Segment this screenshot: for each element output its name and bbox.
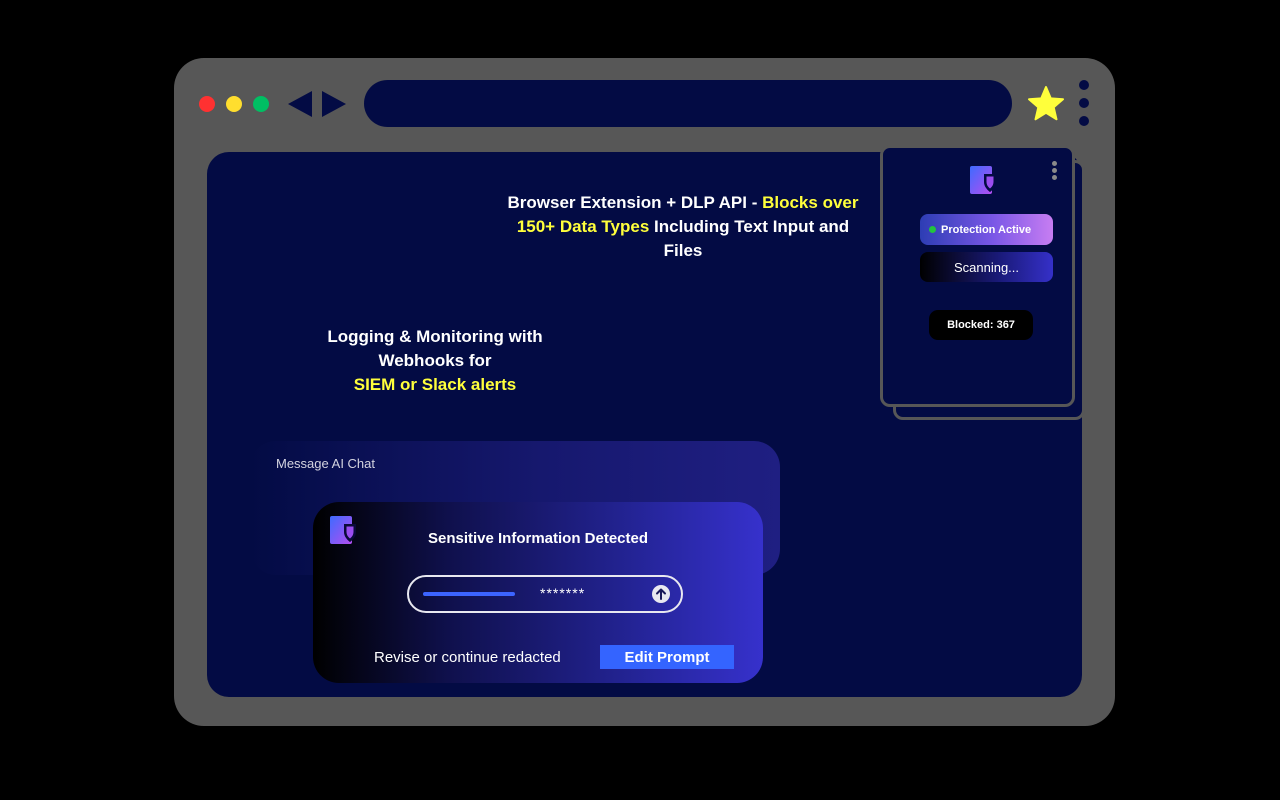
- popup-menu-button[interactable]: [1050, 159, 1060, 183]
- shield-logo-icon: [969, 165, 999, 195]
- headline-text: Browser Extension + DLP API -: [507, 193, 763, 212]
- arrow-up-circle-icon: [652, 585, 670, 603]
- status-dot-icon: [929, 226, 936, 233]
- forward-button[interactable]: [320, 90, 346, 118]
- address-bar[interactable]: [364, 80, 1012, 127]
- scanning-label: Scanning...: [953, 259, 1020, 275]
- popup-menu-dot: [1052, 161, 1057, 166]
- browser-menu-button[interactable]: [1077, 80, 1091, 130]
- headline-logging: Logging & Monitoring with Webhooks for S…: [305, 325, 565, 397]
- headline-extension: Browser Extension + DLP API - Blocks ove…: [505, 191, 861, 263]
- vertical-dots-icon-dot: [1079, 98, 1089, 108]
- bookmark-star-button[interactable]: [1027, 85, 1065, 123]
- blocked-count-label: Blocked: 367: [947, 319, 1015, 331]
- maximize-window-button[interactable]: [253, 96, 269, 112]
- triangle-right-icon: [322, 91, 346, 117]
- back-button[interactable]: [288, 90, 314, 118]
- chat-placeholder: Message AI Chat: [276, 456, 375, 471]
- redacted-value: *******: [540, 585, 586, 601]
- minimize-window-button[interactable]: [226, 96, 242, 112]
- send-button[interactable]: [652, 585, 670, 603]
- revise-hint: Revise or continue redacted: [374, 649, 561, 666]
- protection-status-pill: Protection Active: [920, 214, 1053, 245]
- headline-line: Logging & Monitoring with: [327, 327, 543, 346]
- blocked-count-badge: Blocked: 367: [929, 310, 1033, 340]
- headline-line: Webhooks for: [378, 351, 492, 370]
- protection-status-label: Protection Active: [941, 223, 1032, 236]
- edit-prompt-button[interactable]: Edit Prompt: [600, 645, 734, 669]
- close-window-button[interactable]: [199, 96, 215, 112]
- star-icon: [1028, 86, 1064, 121]
- headline-text: Including Text Input and Files: [649, 217, 850, 260]
- headline-highlight: SIEM or Slack alerts: [353, 375, 517, 394]
- popup-menu-dot: [1052, 168, 1057, 173]
- scanning-status: Scanning...: [920, 252, 1053, 282]
- popup-menu-dot: [1052, 175, 1057, 180]
- triangle-left-icon: [288, 91, 312, 117]
- vertical-dots-icon: [1079, 80, 1089, 90]
- alert-title: Sensitive Information Detected: [427, 530, 649, 547]
- vertical-dots-icon-dot: [1079, 116, 1089, 126]
- redaction-bar: [423, 592, 515, 596]
